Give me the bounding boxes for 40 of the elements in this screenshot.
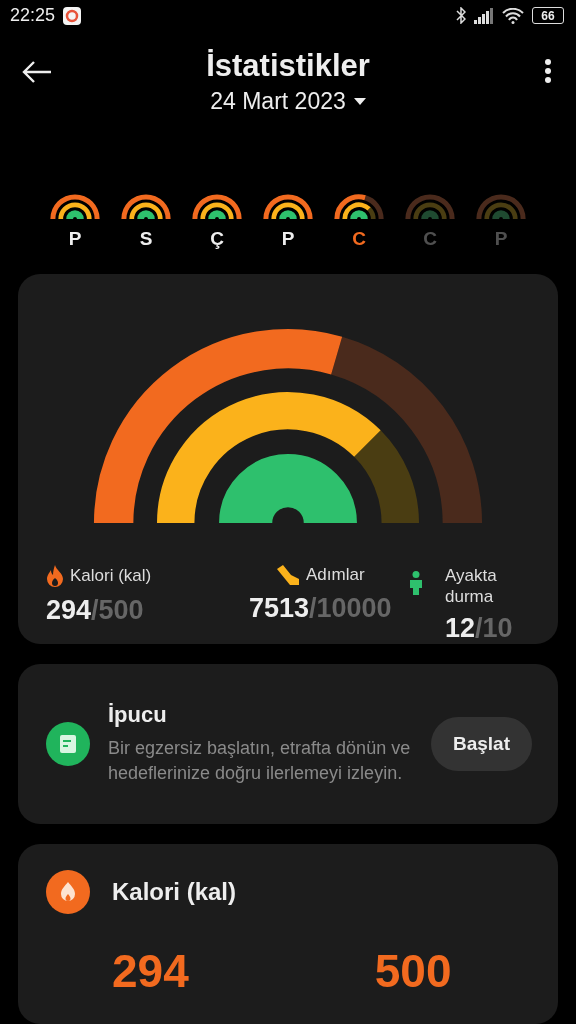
date-picker[interactable]: 24 Mart 2023 xyxy=(210,87,366,115)
day-tab[interactable]: C xyxy=(334,194,384,274)
activity-rings-icon xyxy=(50,194,100,220)
shoe-icon xyxy=(275,565,300,585)
stat-value: 12/10 xyxy=(445,613,514,645)
tip-title: İpucu xyxy=(108,702,168,728)
activity-rings-icon xyxy=(334,194,384,220)
wifi-icon xyxy=(502,7,524,24)
person-icon xyxy=(409,571,423,595)
note-icon xyxy=(46,722,90,767)
activity-rings-icon xyxy=(121,194,171,220)
metric-goal: 500 xyxy=(374,947,452,994)
day-tab[interactable]: P xyxy=(263,194,313,274)
stat-label: Adımlar xyxy=(305,565,365,585)
bluetooth-icon xyxy=(456,7,466,25)
activity-rings-icon xyxy=(263,194,313,220)
day-tab[interactable]: P xyxy=(50,194,100,274)
stat-value: 7513/10000 xyxy=(248,593,392,624)
activity-rings-icon xyxy=(476,194,526,220)
more-icon[interactable] xyxy=(544,58,552,85)
signal-icon xyxy=(474,7,494,24)
stat-value: 294/500 xyxy=(46,595,145,626)
activity-rings-icon xyxy=(192,194,242,220)
flame-icon xyxy=(46,869,90,914)
back-icon[interactable] xyxy=(22,61,52,84)
status-time: 22:25 xyxy=(10,5,56,27)
stat-label: Ayakta durma xyxy=(445,565,498,608)
tip-text: Bir egzersiz başlatın, etrafta dönün ve hedeflerinize doğru ilerlemeyi izleyin. xyxy=(108,737,412,786)
caret-icon xyxy=(353,97,366,105)
activity-rings-icon xyxy=(405,194,455,220)
start-button[interactable]: Başlat xyxy=(430,717,532,772)
day-tab[interactable]: Ç xyxy=(192,194,242,274)
notification-icon xyxy=(63,6,82,25)
page-title: İstatistikler xyxy=(206,47,370,84)
stat-label: Kalori (kal) xyxy=(70,566,152,586)
battery-icon: 66 xyxy=(532,7,564,25)
metric-value: 294 xyxy=(112,947,189,994)
flame-icon xyxy=(46,565,64,587)
metric-title: Kalori (kal) xyxy=(112,877,237,906)
day-tab[interactable]: S xyxy=(121,194,171,274)
